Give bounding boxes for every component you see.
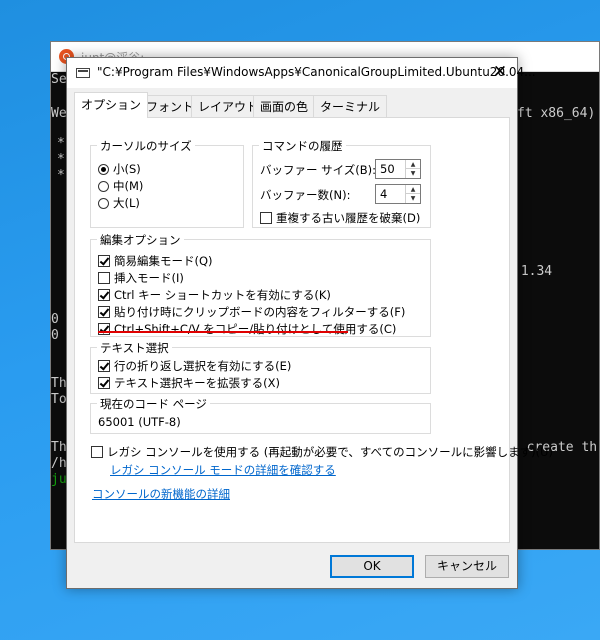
cancel-button[interactable]: キャンセル (425, 555, 509, 578)
radio-icon[interactable] (98, 198, 109, 209)
filter-clipboard-option[interactable]: 貼り付け時にクリップボードの内容をフィルターする(F) (98, 304, 405, 320)
terminal-line-right: ft x86_64) (517, 106, 596, 121)
tab-terminal[interactable]: ターミナル (313, 95, 388, 117)
checkbox-icon[interactable] (98, 272, 110, 284)
terminal-line-right: .1.34 (513, 264, 553, 279)
spin-down-icon[interactable]: ▼ (406, 194, 420, 203)
legacy-console-details-link[interactable]: レガシ コンソール モードの詳細を確認する (110, 462, 336, 478)
ctrl-shortcut-option[interactable]: Ctrl キー ショートカットを有効にする(K) (98, 287, 331, 303)
cursor-size-legend: カーソルのサイズ (97, 138, 195, 154)
command-history-group: コマンドの履歴 バッファー サイズ(B): 50 ▲ ▼ バッファー数(N): 4… (252, 138, 431, 228)
terminal-line: * (57, 152, 65, 167)
checkbox-icon[interactable] (260, 212, 272, 224)
checkbox-checked-icon[interactable] (98, 255, 110, 267)
terminal-line: We (51, 106, 67, 121)
terminal-line: Se (51, 72, 67, 87)
insert-mode-option[interactable]: 挿入モード(I) (98, 270, 184, 286)
dialog-titlebar[interactable]: "C:¥Program Files¥WindowsApps¥CanonicalG… (67, 58, 536, 88)
ctrl-shortcut-label: Ctrl キー ショートカットを有効にする(K) (114, 288, 331, 302)
buffer-size-stepper[interactable]: 50 ▲ ▼ (375, 159, 421, 179)
code-page-legend: 現在のコード ページ (97, 396, 210, 412)
buffer-count-value: 4 (380, 187, 388, 201)
console-window-icon (76, 68, 90, 78)
cursor-size-small-label: 小(S) (113, 162, 141, 176)
legacy-console-label: レガシ コンソールを使用する (再起動が必要で、すべてのコンソールに影響します)… (107, 445, 553, 459)
filter-clipboard-label: 貼り付け時にクリップボードの内容をフィルターする(F) (114, 305, 406, 319)
ctrl-shift-cv-label: Ctrl+Shift+C/V をコピー/貼り付けとして使用する(C) (114, 322, 397, 336)
checkbox-checked-icon[interactable] (98, 377, 110, 389)
command-history-legend: コマンドの履歴 (259, 138, 346, 154)
buffer-count-label: バッファー数(N): (260, 188, 351, 202)
terminal-line: * (57, 136, 65, 151)
line-wrap-selection-option[interactable]: 行の折り返し選択を有効にする(E) (98, 358, 291, 374)
checkbox-checked-icon[interactable] (98, 306, 110, 318)
text-selection-group: テキスト選択 行の折り返し選択を有効にする(E) テキスト選択キーを拡張する(X… (90, 340, 431, 394)
checkbox-icon[interactable] (91, 446, 103, 458)
radio-icon[interactable] (98, 181, 109, 192)
legacy-console-option[interactable]: レガシ コンソールを使用する (再起動が必要で、すべてのコンソールに影響します)… (91, 444, 553, 460)
cursor-size-large-label: 大(L) (113, 196, 140, 210)
tab-options[interactable]: オプション (74, 92, 149, 118)
buffer-count-stepper[interactable]: 4 ▲ ▼ (375, 184, 421, 204)
terminal-line: 0 (51, 312, 59, 327)
code-page-group: 現在のコード ページ 65001 (UTF-8) (90, 396, 431, 434)
dialog-title: "C:¥Program Files¥WindowsApps¥CanonicalG… (97, 65, 536, 79)
terminal-line: Th (51, 376, 67, 391)
spin-down-icon[interactable]: ▼ (406, 169, 420, 178)
terminal-prompt: ju (51, 472, 67, 487)
cursor-size-medium-label: 中(M) (113, 179, 144, 193)
edit-options-legend: 編集オプション (97, 232, 184, 248)
edit-options-group: 編集オプション 簡易編集モード(Q) 挿入モード(I) Ctrl キー ショート… (90, 232, 431, 337)
quick-edit-label: 簡易編集モード(Q) (114, 254, 213, 268)
options-panel: カーソルのサイズ 小(S) 中(M) 大(L) コマンドの履歴 バッファー サイ… (74, 117, 553, 543)
cursor-size-small-option[interactable]: 小(S) (98, 161, 141, 177)
ctrl-shift-cv-option[interactable]: Ctrl+Shift+C/V をコピー/貼り付けとして使用する(C) (98, 321, 396, 337)
terminal-line: * (57, 168, 65, 183)
cursor-size-large-option[interactable]: 大(L) (98, 195, 140, 211)
new-features-link[interactable]: コンソールの新機能の詳細 (92, 486, 230, 502)
buffer-size-value: 50 (380, 162, 395, 176)
checkbox-checked-icon[interactable] (98, 323, 110, 335)
checkbox-checked-icon[interactable] (98, 360, 110, 372)
quick-edit-option[interactable]: 簡易編集モード(Q) (98, 253, 213, 269)
terminal-line: 0 (51, 328, 59, 343)
checkbox-checked-icon[interactable] (98, 289, 110, 301)
discard-duplicates-label: 重複する古い履歴を破棄(D) (276, 211, 421, 225)
spin-up-icon[interactable]: ▲ (406, 160, 420, 169)
discard-duplicates-option[interactable]: 重複する古い履歴を破棄(D) (260, 210, 420, 226)
cursor-size-medium-option[interactable]: 中(M) (98, 178, 143, 194)
cursor-size-group: カーソルのサイズ 小(S) 中(M) 大(L) (90, 138, 244, 228)
terminal-line: /h (51, 456, 67, 471)
terminal-line: To (51, 392, 67, 407)
properties-dialog: "C:¥Program Files¥WindowsApps¥CanonicalG… (66, 57, 553, 589)
spin-up-icon[interactable]: ▲ (406, 185, 420, 194)
line-wrap-selection-label: 行の折り返し選択を有効にする(E) (114, 359, 292, 373)
code-page-value: 65001 (UTF-8) (98, 415, 181, 429)
buffer-size-label: バッファー サイズ(B): (260, 163, 377, 177)
radio-selected-icon[interactable] (98, 164, 109, 175)
insert-mode-label: 挿入モード(I) (114, 271, 184, 285)
close-button[interactable]: ✕ (483, 58, 517, 88)
ok-button[interactable]: OK (330, 555, 414, 578)
terminal-line: Th (51, 440, 67, 455)
red-underline-annotation (98, 331, 348, 333)
tab-colors[interactable]: 画面の色 (253, 95, 316, 117)
extended-selection-keys-label: テキスト選択キーを拡張する(X) (114, 376, 281, 390)
text-selection-legend: テキスト選択 (97, 340, 172, 356)
extended-selection-keys-option[interactable]: テキスト選択キーを拡張する(X) (98, 375, 280, 391)
